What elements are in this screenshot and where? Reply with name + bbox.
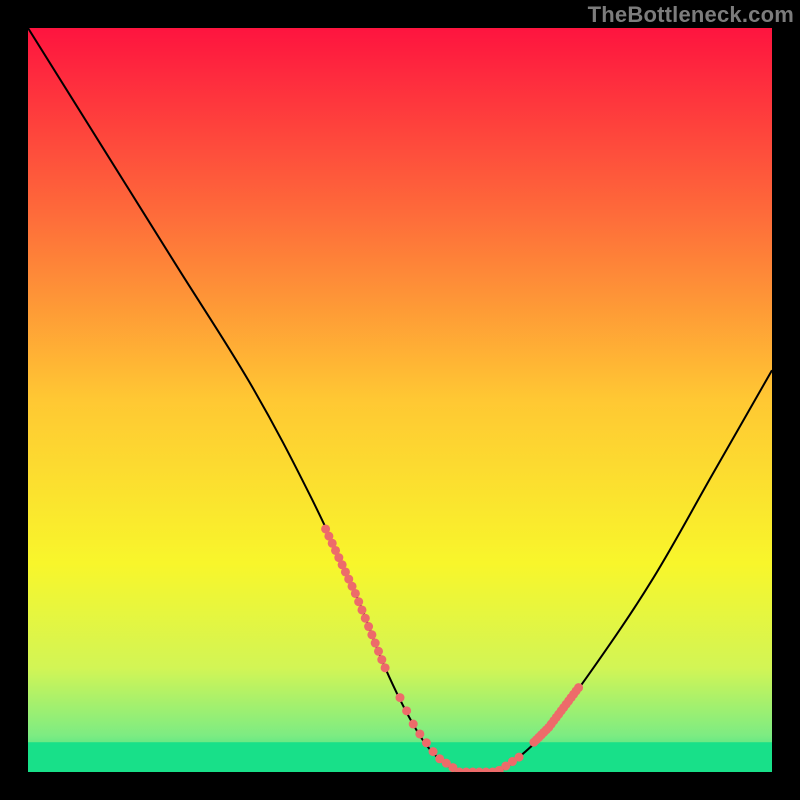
curve-highlight-dot bbox=[409, 720, 418, 729]
curve-highlight-dot bbox=[371, 639, 380, 648]
curve-highlight-dot bbox=[374, 647, 383, 656]
curve-highlight-dot bbox=[351, 589, 360, 598]
chart-svg bbox=[0, 0, 800, 800]
curve-highlight-dot bbox=[574, 683, 583, 692]
curve-highlight-dot bbox=[396, 693, 405, 702]
zero-bottleneck-band bbox=[28, 742, 772, 772]
curve-highlight-dot bbox=[422, 738, 431, 747]
chart-canvas: TheBottleneck.com bbox=[0, 0, 800, 800]
plot-area bbox=[28, 28, 772, 777]
watermark-label: TheBottleneck.com bbox=[588, 2, 794, 28]
curve-highlight-dot bbox=[367, 630, 376, 639]
curve-highlight-dot bbox=[361, 614, 370, 623]
curve-highlight-dot bbox=[415, 729, 424, 738]
curve-highlight-dot bbox=[354, 597, 363, 606]
gradient-background bbox=[28, 28, 772, 772]
curve-highlight-dot bbox=[515, 753, 524, 762]
curve-highlight-dot bbox=[402, 706, 411, 715]
curve-highlight-dot bbox=[364, 622, 373, 631]
curve-highlight-dot bbox=[377, 655, 386, 664]
curve-highlight-dot bbox=[429, 747, 438, 756]
curve-highlight-dot bbox=[381, 663, 390, 672]
curve-highlight-dot bbox=[357, 605, 366, 614]
